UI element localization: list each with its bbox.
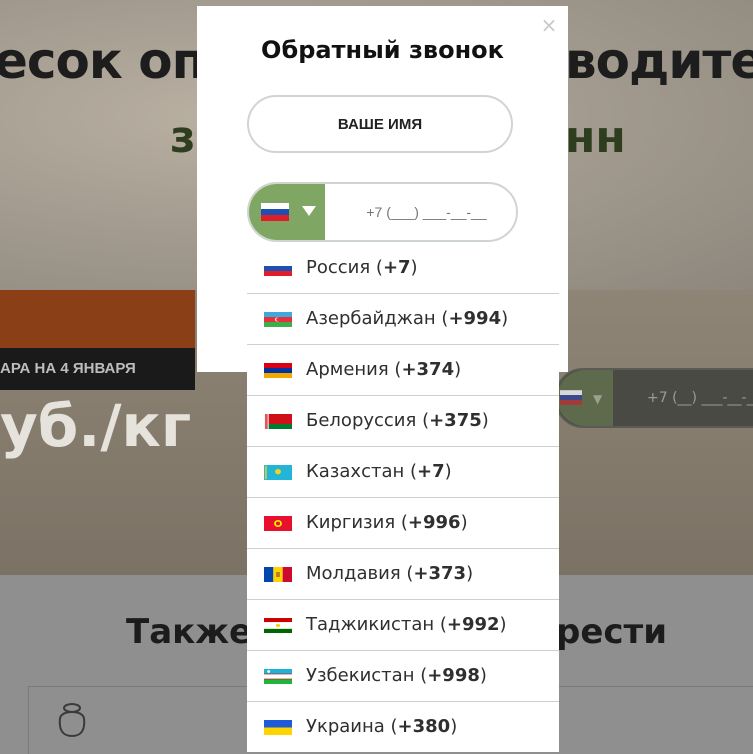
uz-flag-icon	[264, 669, 292, 684]
country-option-label: Киргизия (+996)	[306, 512, 468, 533]
chevron-down-icon	[302, 206, 316, 216]
country-name: Азербайджан	[306, 308, 436, 329]
country-code: +373	[413, 563, 467, 584]
country-option-label: Молдавия (+373)	[306, 563, 474, 584]
ua-flag-icon	[264, 720, 292, 735]
country-code: +374	[401, 359, 455, 380]
by-flag-icon	[264, 414, 292, 429]
country-option-label: Белоруссия (+375)	[306, 410, 489, 431]
country-name: Россия	[306, 257, 371, 278]
kg-flag-icon	[264, 516, 292, 531]
country-code: +996	[407, 512, 461, 533]
country-code: +7	[382, 257, 411, 278]
background-subline-right: нн	[565, 112, 626, 163]
country-option-am[interactable]: Армения (+374)	[247, 345, 559, 396]
phone-input[interactable]	[325, 184, 516, 240]
md-flag-icon	[264, 567, 292, 582]
modal-title: Обратный звонок	[261, 36, 504, 64]
country-code: +375	[429, 410, 482, 431]
country-dropdown: Россия (+7) Азербайджан (+994) Армения (+3…	[247, 243, 559, 752]
am-flag-icon	[264, 363, 292, 378]
background-section-title-left: Также	[126, 612, 253, 652]
country-name: Молдавия	[306, 563, 401, 584]
chevron-down-icon: ▼	[593, 392, 603, 406]
country-name: Казахстан	[306, 461, 405, 482]
phone-field	[247, 182, 518, 242]
country-option-kz[interactable]: Казахстан (+7)	[247, 447, 559, 498]
country-option-md[interactable]: Молдавия (+373)	[247, 549, 559, 600]
jar-icon	[58, 703, 86, 738]
russia-flag-icon	[560, 390, 582, 405]
background-headline-left: есок оп	[0, 32, 206, 90]
country-code: +992	[446, 614, 500, 635]
background-phone-field: ▼ +7 (__) ___-__-__	[555, 368, 753, 428]
country-name: Таджикистан	[306, 614, 435, 635]
country-name: Украина	[306, 716, 385, 737]
country-name: Белоруссия	[306, 410, 417, 431]
country-option-by[interactable]: Белоруссия (+375)	[247, 396, 559, 447]
country-option-tj[interactable]: Таджикистан (+992)	[247, 600, 559, 651]
country-option-label: Казахстан (+7)	[306, 461, 452, 482]
tj-flag-icon	[264, 618, 292, 633]
ru-flag-icon	[264, 261, 292, 276]
country-code: +380	[397, 716, 451, 737]
kz-flag-icon	[264, 465, 292, 480]
background-price: уб./кг	[0, 392, 192, 460]
country-option-kg[interactable]: Киргизия (+996)	[247, 498, 559, 549]
background-country-select: ▼	[557, 370, 613, 426]
country-code: +994	[448, 308, 502, 329]
country-name: Узбекистан	[306, 665, 415, 686]
country-option-label: Россия (+7)	[306, 257, 418, 278]
name-input[interactable]	[247, 95, 513, 153]
country-option-label: Узбекистан (+998)	[306, 665, 487, 686]
page: есок оп водител з нн АРА НА 4 ЯНВАРЯ уб.…	[0, 0, 753, 754]
country-option-label: Украина (+380)	[306, 716, 458, 737]
background-section-title-right: рести	[556, 612, 668, 652]
country-option-uz[interactable]: Узбекистан (+998)	[247, 651, 559, 702]
country-name: Армения	[306, 359, 389, 380]
country-option-ua[interactable]: Украина (+380)	[247, 702, 559, 752]
country-option-ru[interactable]: Россия (+7)	[247, 243, 559, 294]
close-icon[interactable]: ×	[540, 14, 558, 36]
country-name: Киргизия	[306, 512, 396, 533]
az-flag-icon	[264, 312, 292, 327]
country-option-label: Азербайджан (+994)	[306, 308, 509, 329]
country-option-label: Таджикистан (+992)	[306, 614, 507, 635]
background-orange-block	[0, 290, 195, 350]
russia-flag-icon	[261, 203, 289, 221]
country-code: +7	[417, 461, 445, 482]
country-option-label: Армения (+374)	[306, 359, 462, 380]
country-code: +998	[427, 665, 480, 686]
background-date-label: АРА НА 4 ЯНВАРЯ	[0, 360, 136, 377]
background-subline-left: з	[170, 112, 196, 163]
background-phone-mask: +7 (__) ___-__-__	[647, 390, 753, 406]
country-option-az[interactable]: Азербайджан (+994)	[247, 294, 559, 345]
country-select-button[interactable]	[249, 184, 325, 240]
background-headline-right: водител	[565, 32, 753, 90]
